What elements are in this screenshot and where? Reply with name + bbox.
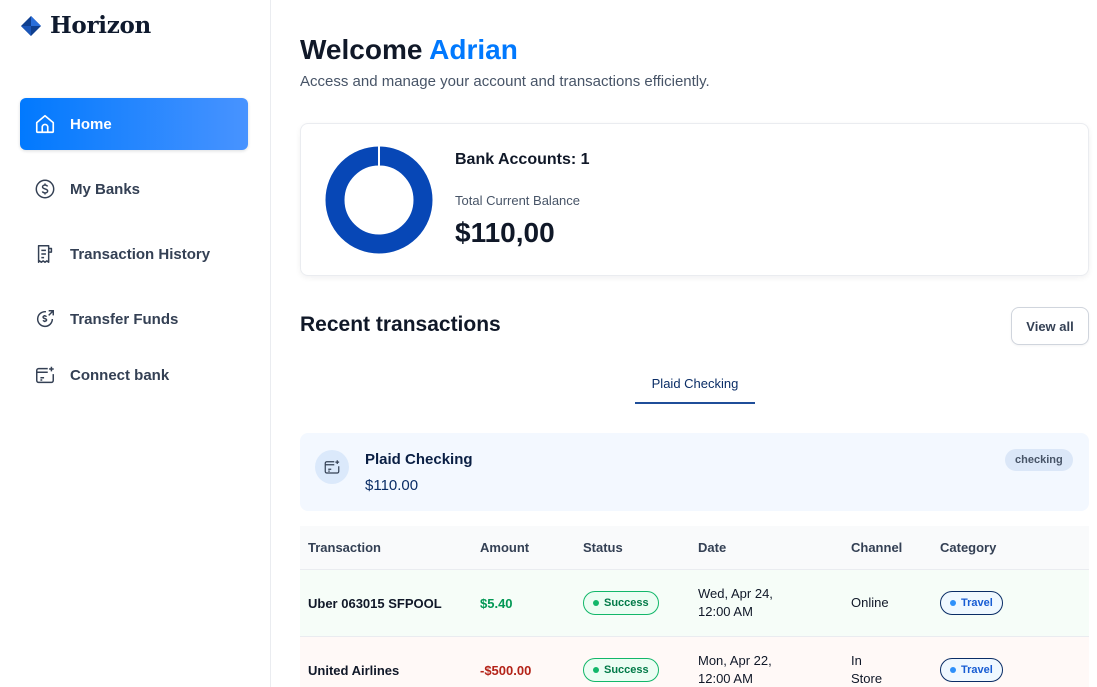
greeting: Welcome — [300, 34, 423, 65]
user-name: Adrian — [429, 34, 518, 65]
time-line: 12:00 AM — [698, 604, 753, 619]
status-text: Success — [604, 664, 649, 676]
channel-line: Store — [851, 671, 883, 686]
status-dot-icon — [593, 667, 599, 673]
home-icon — [34, 113, 56, 135]
status-dot-icon — [593, 600, 599, 606]
account-type-badge: checking — [1005, 449, 1073, 471]
channel-line: Online — [851, 595, 889, 610]
tab-plaid-checking[interactable]: Plaid Checking — [635, 376, 755, 404]
date-line: Mon, Apr 22, — [698, 653, 772, 668]
status-cell: Success — [583, 658, 698, 682]
category-dot-icon — [950, 600, 956, 606]
bank-info-card[interactable]: Plaid Checking $110.00 checking — [300, 433, 1089, 511]
category-cell: Travel — [940, 591, 1080, 615]
time-line: 12:00 AM — [698, 671, 753, 686]
transactions-table: Transaction Amount Status Date Channel C… — [300, 526, 1089, 687]
view-all-button[interactable]: View all — [1011, 307, 1089, 345]
status-cell: Success — [583, 591, 698, 615]
sidebar-item-label: My Banks — [70, 180, 141, 198]
category-cell: Travel — [940, 658, 1080, 682]
status-text: Success — [604, 597, 649, 609]
connect-bank-icon — [34, 364, 56, 386]
transaction-amount: $5.40 — [480, 595, 513, 611]
money-send-icon — [34, 308, 56, 330]
page-title: Welcome Adrian — [300, 34, 518, 66]
sidebar-item-transaction-history[interactable]: Transaction History — [20, 228, 248, 280]
dollar-circle-icon — [34, 178, 56, 200]
date-line: Wed, Apr 24, — [698, 586, 773, 601]
sidebar-item-my-banks[interactable]: My Banks — [20, 163, 248, 215]
category-text: Travel — [961, 664, 993, 676]
column-header-status: Status — [583, 540, 623, 555]
category-badge: Travel — [940, 591, 1003, 615]
total-balance-label: Total Current Balance — [455, 193, 581, 208]
horizon-logo-icon — [21, 15, 41, 36]
bank-name: Plaid Checking — [365, 451, 473, 468]
sidebar-item-label: Transaction History — [70, 245, 211, 263]
receipt-icon — [34, 243, 56, 265]
page-subtitle: Access and manage your account and trans… — [300, 73, 710, 90]
sidebar-nav: Home My Banks Transaction History Transf… — [20, 98, 248, 405]
transaction-date: Wed, Apr 24, 12:00 AM — [698, 585, 851, 621]
transaction-date: Mon, Apr 22, 12:00 AM — [698, 652, 851, 687]
sidebar-item-label: Home — [70, 115, 112, 133]
total-balance-card: Bank Accounts: 1 Total Current Balance $… — [300, 123, 1089, 276]
recent-transactions-title: Recent transactions — [300, 313, 501, 336]
column-header-date: Date — [698, 540, 727, 555]
sidebar-item-label: Connect bank — [70, 366, 170, 384]
table-row[interactable]: United Airlines -$500.00 Success Mon, Ap… — [300, 637, 1089, 687]
channel-line: In — [851, 653, 862, 668]
category-dot-icon — [950, 667, 956, 673]
column-header-category: Category — [940, 540, 997, 555]
bank-accounts-count: Bank Accounts: 1 — [455, 151, 590, 168]
sidebar-item-label: Transfer Funds — [70, 310, 179, 328]
status-badge: Success — [583, 658, 659, 682]
category-badge: Travel — [940, 658, 1003, 682]
status-badge: Success — [583, 591, 659, 615]
balance-donut-chart — [325, 146, 433, 254]
sidebar: Horizon Home My Banks Transaction Histor… — [0, 0, 271, 687]
sidebar-item-home[interactable]: Home — [20, 98, 248, 150]
column-header-transaction: Transaction — [308, 540, 381, 555]
bank-balance: $110.00 — [365, 477, 419, 494]
transaction-name: Uber 063015 SFPOOL — [308, 595, 442, 611]
transaction-channel: In Store — [851, 652, 940, 687]
transaction-amount: -$500.00 — [480, 662, 532, 678]
transaction-channel: Online — [851, 594, 940, 612]
column-header-amount: Amount — [480, 540, 530, 555]
sidebar-item-transfer-funds[interactable]: Transfer Funds — [20, 293, 248, 345]
table-header: Transaction Amount Status Date Channel C… — [300, 526, 1089, 570]
category-text: Travel — [961, 597, 993, 609]
transaction-name: United Airlines — [308, 662, 400, 678]
app-name: Horizon — [50, 12, 151, 39]
table-row[interactable]: Uber 063015 SFPOOL $5.40 Success Wed, Ap… — [300, 570, 1089, 637]
bank-card-icon — [315, 450, 349, 484]
total-balance-value: $110,00 — [455, 217, 555, 248]
column-header-channel: Channel — [851, 540, 903, 555]
logo[interactable]: Horizon — [20, 12, 151, 39]
sidebar-item-connect-bank[interactable]: Connect bank — [20, 358, 248, 392]
